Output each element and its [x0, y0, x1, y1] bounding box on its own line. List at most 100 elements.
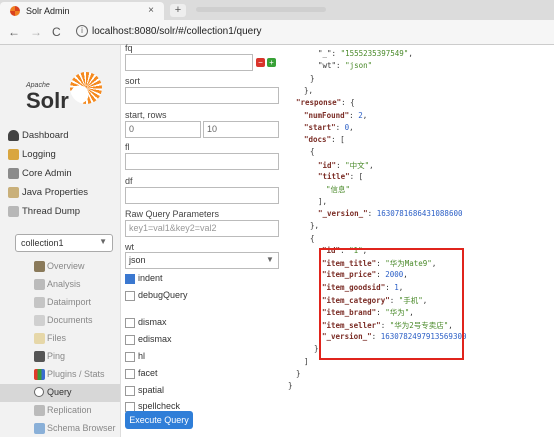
info-icon[interactable]: i — [76, 25, 88, 37]
raw-query-input[interactable]: key1=val1&key2=val2 — [125, 220, 279, 237]
fq-input[interactable] — [125, 54, 253, 71]
edismax-label: edismax — [138, 334, 172, 344]
result-token: ] — [304, 356, 309, 366]
core-item-analysis[interactable]: Analysis — [0, 276, 120, 294]
blurred-tabs — [196, 7, 326, 12]
result-token: } — [310, 73, 315, 83]
result-token: "id" — [318, 160, 337, 170]
add-fq-icon[interactable]: + — [267, 58, 276, 67]
dashboard-icon — [8, 130, 19, 141]
sidebar-item-thread-dump[interactable]: Thread Dump — [0, 203, 120, 221]
core-selector[interactable]: collection1 ▼ — [15, 234, 113, 252]
start-input[interactable]: 0 — [125, 121, 201, 138]
start-value: 0 — [129, 124, 135, 134]
result-token: "_": — [318, 49, 341, 58]
url-field[interactable]: localhost:8080/solr/#/collection1/query — [92, 26, 262, 37]
highlight-box — [319, 248, 464, 360]
core-item-files[interactable]: Files — [0, 330, 120, 348]
tab-close-icon[interactable]: × — [148, 5, 154, 16]
core-item-ping[interactable]: Ping — [0, 348, 120, 366]
browser-tab[interactable]: Solr Admin × — [0, 2, 164, 20]
core-item-plugins-stats[interactable]: Plugins / Stats — [0, 366, 120, 384]
df-input[interactable] — [125, 187, 279, 204]
hl-label: hl — [138, 351, 146, 361]
sidebar-item-java-properties[interactable]: Java Properties — [0, 184, 120, 202]
sort-input[interactable] — [125, 87, 279, 104]
solr-sun-icon — [70, 72, 102, 104]
result-token: "中文" — [345, 160, 370, 170]
result-token: : [ — [349, 172, 364, 181]
facet-checkbox[interactable] — [125, 369, 135, 379]
core-item-dataimport[interactable]: Dataimport — [0, 294, 120, 312]
raw-query-placeholder: key1=val1&key2=val2 — [129, 223, 217, 233]
result-line: ], — [318, 197, 327, 206]
execute-query-button[interactable]: Execute Query — [125, 411, 193, 429]
result-line: "start": 0, — [304, 123, 354, 132]
edismax-checkbox[interactable] — [125, 335, 135, 345]
forward-arrow-icon[interactable]: → — [30, 25, 42, 39]
result-token: { — [310, 233, 315, 243]
solr-logo[interactable]: Apache Solr — [8, 70, 108, 125]
debug-query-checkbox[interactable] — [125, 291, 135, 301]
core-item-documents[interactable]: Documents — [0, 312, 120, 330]
result-line: } — [296, 369, 301, 378]
result-token: } — [314, 344, 319, 354]
result-line: { — [310, 147, 315, 156]
wt-select[interactable]: json ▼ — [125, 252, 279, 269]
core-item-query[interactable]: Query — [0, 384, 120, 402]
result-token: , — [369, 160, 374, 170]
core-item-label: Dataimport — [47, 297, 92, 307]
spatial-checkbox[interactable] — [125, 386, 135, 396]
query-search-icon — [34, 387, 44, 397]
core-item-label: Plugins / Stats — [47, 369, 105, 379]
back-arrow-icon[interactable]: ← — [8, 25, 20, 39]
result-line: { — [310, 234, 315, 243]
result-token: "start" — [304, 122, 336, 132]
reload-icon[interactable]: C — [52, 25, 61, 39]
hl-checkbox[interactable] — [125, 352, 135, 362]
sidebar-item-logging[interactable]: Logging — [0, 146, 120, 164]
indent-checkbox[interactable] — [125, 274, 135, 284]
rows-input[interactable]: 10 — [203, 121, 279, 138]
sidebar-item-label: Logging — [22, 149, 56, 160]
result-token: : — [349, 110, 359, 120]
core-selector-value: collection1 — [21, 238, 64, 248]
result-line: } — [288, 381, 293, 390]
tab-title: Solr Admin — [26, 6, 70, 16]
result-token: : [ — [331, 135, 345, 145]
wt-label: wt — [125, 242, 134, 252]
result-token: : — [367, 208, 377, 218]
core-item-label: Replication — [47, 405, 92, 415]
result-token: }, — [304, 85, 314, 95]
core-item-schema-browser[interactable]: Schema Browser — [0, 420, 120, 438]
spatial-label: spatial — [138, 385, 165, 395]
sidebar-item-dashboard[interactable]: Dashboard — [0, 127, 120, 145]
result-token: } — [288, 381, 293, 391]
sidebar-item-label: Dashboard — [22, 130, 69, 141]
query-result-panel: "_": "1555235397549", "wt": "json"}}, "res… — [282, 45, 554, 437]
result-line: "title": [ — [318, 172, 363, 181]
ping-icon — [34, 351, 45, 362]
result-line: } — [310, 74, 315, 83]
result-line: }, — [310, 221, 319, 230]
new-tab-button[interactable]: + — [170, 4, 186, 17]
raw-query-label: Raw Query Parameters — [125, 209, 220, 219]
fl-input[interactable] — [125, 153, 279, 170]
result-line: "numFound": 2, — [304, 111, 367, 120]
remove-fq-icon[interactable]: − — [256, 58, 265, 67]
result-line: }, — [304, 86, 313, 95]
result-token: "_version_" — [318, 208, 368, 218]
core-item-overview[interactable]: Overview — [0, 258, 120, 276]
result-token: ], — [318, 196, 328, 206]
result-line: "信息" — [326, 184, 350, 195]
documents-icon — [34, 315, 45, 326]
core-item-replication[interactable]: Replication — [0, 402, 120, 420]
browser-tab-bar: Solr Admin × + — [0, 0, 554, 20]
fl-label: fl — [125, 142, 130, 152]
analysis-funnel-icon — [34, 279, 45, 290]
sidebar-item-label: Thread Dump — [22, 206, 81, 217]
core-item-label: Schema Browser — [47, 423, 116, 433]
dataimport-icon — [34, 297, 45, 308]
sidebar-item-core-admin[interactable]: Core Admin — [0, 165, 120, 183]
dismax-checkbox[interactable] — [125, 318, 135, 328]
